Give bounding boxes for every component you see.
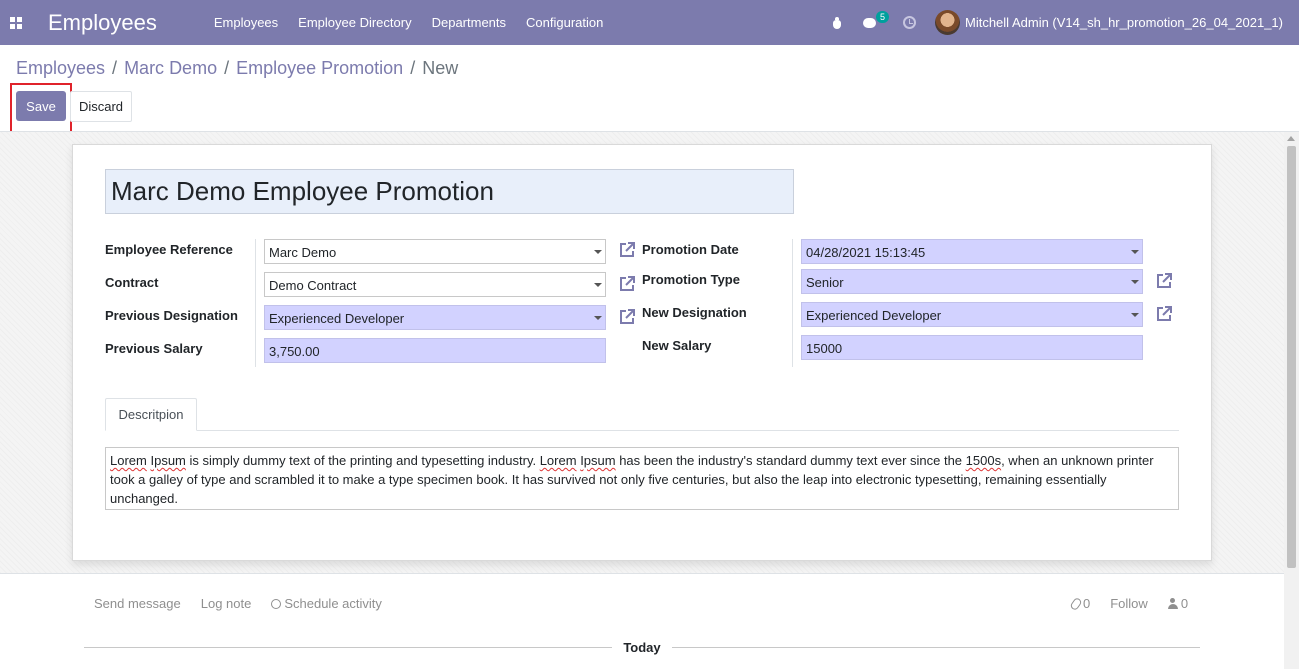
breadcrumb-marc-demo[interactable]: Marc Demo [124, 58, 217, 79]
log-note-button[interactable]: Log note [201, 596, 252, 611]
chatter-right-actions: 0 Follow 0 [1069, 596, 1208, 611]
clock-icon [271, 598, 282, 609]
messaging-icon[interactable]: 5 [863, 11, 890, 29]
external-link-icon[interactable] [1155, 305, 1173, 323]
scrollbar-thumb[interactable] [1287, 146, 1296, 568]
breadcrumb: Employees / Marc Demo / Employee Promoti… [16, 58, 459, 79]
chatter-divider [0, 573, 1284, 574]
attachments-button[interactable]: 0 [1069, 596, 1090, 611]
app-title[interactable]: Employees [48, 10, 157, 36]
form-sheet: Marc Demo Employee Promotion Employee Re… [72, 144, 1212, 561]
label-promotion-date: Promotion Date [642, 242, 739, 257]
promotion-title-input[interactable]: Marc Demo Employee Promotion [105, 169, 794, 214]
apps-menu-icon[interactable] [10, 16, 24, 29]
previous-designation-select[interactable]: Experienced Developer [264, 305, 606, 330]
label-employee-reference: Employee Reference [105, 242, 233, 257]
discard-button[interactable]: Discard [70, 91, 132, 122]
chevron-down-icon[interactable] [1131, 280, 1139, 284]
scroll-up-arrow[interactable] [1287, 136, 1295, 141]
today-separator-right [672, 647, 1200, 648]
label-previous-designation: Previous Designation [105, 308, 238, 323]
label-new-salary: New Salary [642, 338, 712, 353]
schedule-activity-button[interactable]: Schedule activity [271, 596, 402, 611]
external-link-icon[interactable] [618, 275, 636, 293]
top-navbar: Employees Employees Employee Directory D… [0, 0, 1299, 45]
external-link-icon[interactable] [618, 241, 636, 259]
send-message-button[interactable]: Send message [94, 596, 181, 611]
promotion-date-input[interactable]: 04/28/2021 15:13:45 [801, 239, 1143, 264]
follow-button[interactable]: Follow [1110, 596, 1148, 611]
user-menu[interactable]: Mitchell Admin (V14_sh_hr_promotion_26_0… [965, 15, 1283, 30]
main-menu: Employees Employee Directory Departments… [214, 15, 624, 30]
save-button[interactable]: Save [16, 91, 66, 121]
label-previous-salary: Previous Salary [105, 341, 203, 356]
user-avatar[interactable] [935, 10, 960, 35]
debug-bug-icon[interactable] [831, 16, 843, 29]
activity-clock-icon[interactable] [903, 16, 916, 29]
chevron-down-icon[interactable] [594, 283, 602, 287]
notebook-tab-line [105, 430, 1179, 431]
label-new-designation: New Designation [642, 305, 747, 320]
label-contract: Contract [105, 275, 159, 290]
menu-configuration[interactable]: Configuration [526, 15, 603, 30]
external-link-icon[interactable] [1155, 272, 1173, 290]
menu-employee-directory[interactable]: Employee Directory [298, 15, 411, 30]
previous-salary-input[interactable]: 3,750.00 [264, 338, 606, 363]
menu-departments[interactable]: Departments [432, 15, 506, 30]
chatter-topbar: Send message Log note Schedule activity [94, 596, 422, 611]
tab-description[interactable]: Descritpion [105, 398, 197, 431]
chevron-down-icon[interactable] [594, 250, 602, 254]
systray: 5 Mitchell Admin (V14_sh_hr_promotion_26… [831, 0, 1299, 45]
label-promotion-type: Promotion Type [642, 272, 740, 287]
chevron-down-icon[interactable] [1131, 313, 1139, 317]
form-buttons: Save Discard [16, 91, 132, 122]
external-link-icon[interactable] [618, 308, 636, 326]
right-group-separator [792, 239, 793, 367]
new-designation-select[interactable]: Experienced Developer [801, 302, 1143, 327]
chevron-down-icon[interactable] [1131, 250, 1139, 254]
today-label: Today [623, 640, 661, 655]
today-separator-left [84, 647, 612, 648]
promotion-type-select[interactable]: Senior [801, 269, 1143, 294]
left-group-separator [255, 239, 256, 367]
messaging-badge: 5 [876, 11, 890, 23]
breadcrumb-employees[interactable]: Employees [16, 58, 105, 79]
user-icon [1167, 598, 1178, 609]
contract-select[interactable]: Demo Contract [264, 272, 606, 297]
new-salary-input[interactable]: 15000 [801, 335, 1143, 360]
description-textarea[interactable]: Lorem Ipsum is simply dummy text of the … [105, 447, 1179, 510]
menu-employees[interactable]: Employees [214, 15, 278, 30]
followers-button[interactable]: 0 [1167, 596, 1188, 611]
breadcrumb-employee-promotion[interactable]: Employee Promotion [236, 58, 403, 79]
paperclip-icon [1069, 596, 1083, 611]
employee-reference-select[interactable]: Marc Demo [264, 239, 606, 264]
breadcrumb-current: New [422, 58, 459, 78]
chevron-down-icon[interactable] [594, 316, 602, 320]
